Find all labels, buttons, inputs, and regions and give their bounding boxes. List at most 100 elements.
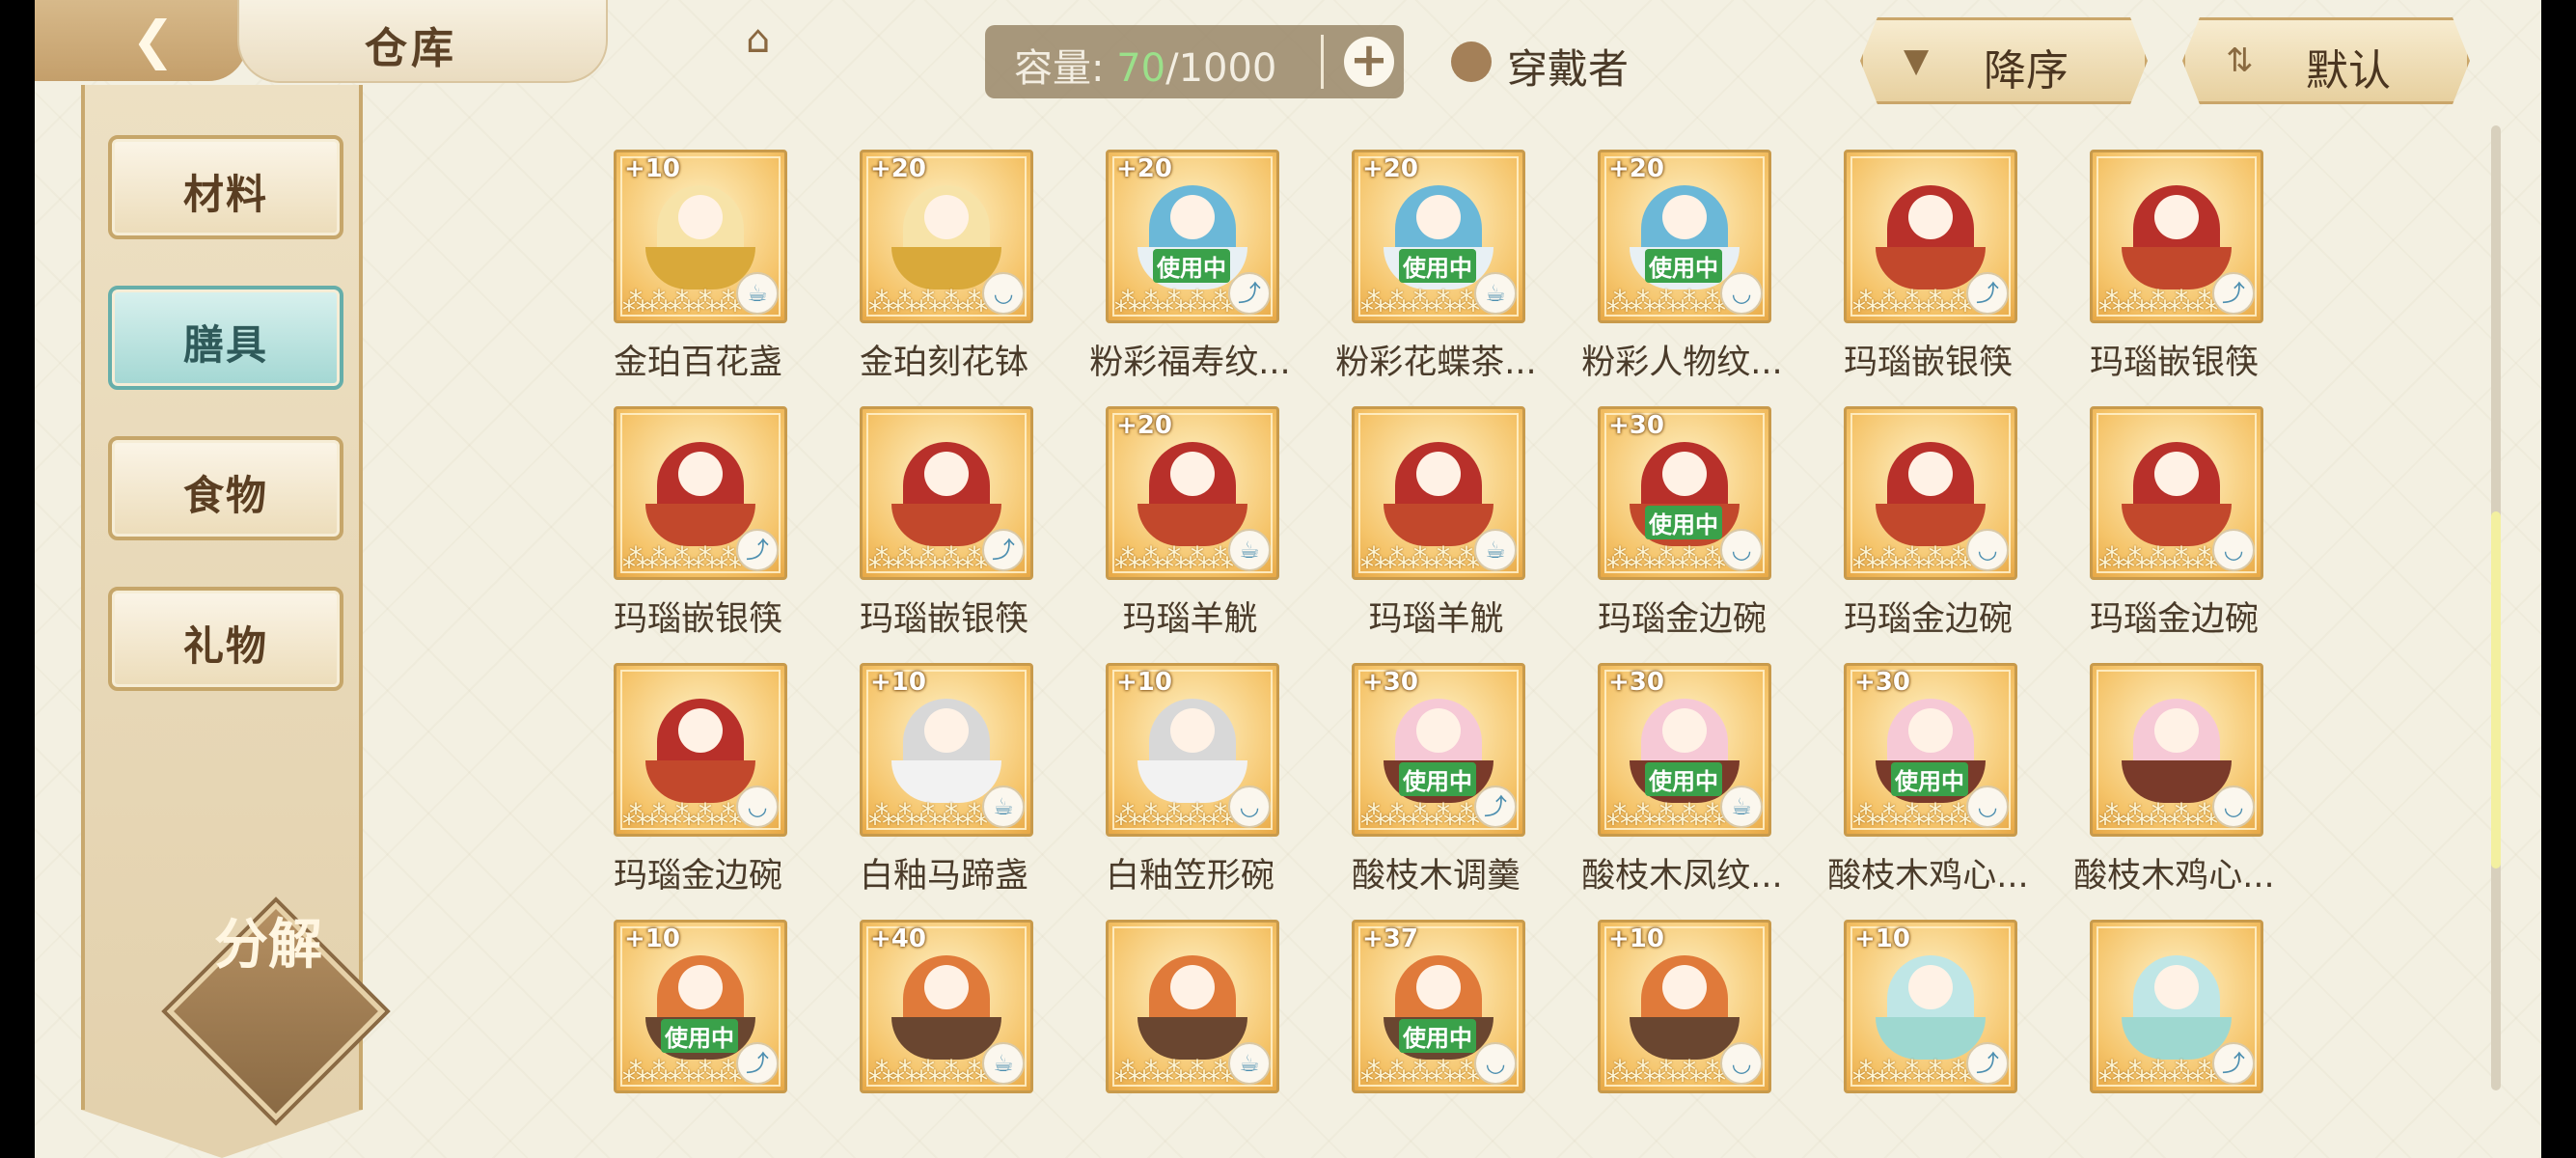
item-icon-frame[interactable]: ⁂⁂⁂⁂⁂ ⤴ <box>2090 150 2263 323</box>
pavilion-icon[interactable]: ⌂ <box>746 17 770 62</box>
item-icon-frame[interactable]: +40 ⁂⁂⁂⁂⁂ ☕ <box>860 920 1033 1093</box>
item-icon-frame[interactable]: 使用中 +20 ⁂⁂⁂⁂⁂ ☕ <box>1352 150 1525 323</box>
item-icon-frame[interactable]: 使用中 +20 ⁂⁂⁂⁂⁂ ◡ <box>1598 150 1771 323</box>
item-icon-frame[interactable]: ⁂⁂⁂⁂⁂ ☕ <box>1106 920 1279 1093</box>
capacity-label: 容量: <box>1014 46 1105 91</box>
inventory-item[interactable]: 使用中 +20 ⁂⁂⁂⁂⁂ ⤴ 粉彩福寿纹... <box>1067 150 1313 400</box>
item-icon-frame[interactable]: ⁂⁂⁂⁂⁂ ⤴ <box>2090 920 2263 1093</box>
inventory-item[interactable]: +20 ⁂⁂⁂⁂⁂ ◡ 金珀刻花钵 <box>821 150 1067 400</box>
enhance-level: +40 <box>870 924 926 953</box>
item-icon-frame[interactable]: ⁂⁂⁂⁂⁂ ◡ <box>1844 406 2017 580</box>
scrollbar[interactable] <box>2491 125 2501 1090</box>
inventory-item[interactable]: +20 ⁂⁂⁂⁂⁂ ☕ 玛瑙羊觥 <box>1067 406 1313 657</box>
inventory-item[interactable]: ⁂⁂⁂⁂⁂ ⤴ 玛瑙嵌银筷 <box>2051 150 2297 400</box>
star-rating: ⁂⁂⁂⁂⁂ <box>1114 1056 1234 1088</box>
item-icon-frame[interactable]: ⁂⁂⁂⁂⁂ ◡ <box>614 663 787 837</box>
inventory-item[interactable]: ⁂⁂⁂⁂⁂ ⤴ 玛瑙嵌银筷 <box>575 406 821 657</box>
bowl-type-icon: ◡ <box>982 272 1025 315</box>
item-icon-frame[interactable]: +10 ⁂⁂⁂⁂⁂ ◡ <box>1106 663 1279 837</box>
bowl-type-icon: ◡ <box>2212 529 2255 571</box>
item-icon-frame[interactable]: +20 ⁂⁂⁂⁂⁂ ☕ <box>1106 406 1279 580</box>
enhance-level: +20 <box>1116 411 1172 440</box>
item-icon-frame[interactable]: ⁂⁂⁂⁂⁂ ⤴ <box>1844 150 2017 323</box>
in-use-badge: 使用中 <box>1399 762 1476 796</box>
bowl-type-icon: ◡ <box>1720 1042 1763 1085</box>
inventory-item[interactable]: 使用中 +10 ⁂⁂⁂⁂⁂ ⤴ <box>575 920 821 1095</box>
item-icon-frame[interactable]: 使用中 +10 ⁂⁂⁂⁂⁂ ⤴ <box>614 920 787 1093</box>
spoon-type-icon: ⤴ <box>2212 1042 2255 1085</box>
scrollbar-thumb[interactable] <box>2491 511 2501 868</box>
tab-label: 膳具 <box>182 321 268 369</box>
inventory-item[interactable]: ⁂⁂⁂⁂⁂ ◡ 酸枝木鸡心... <box>2051 663 2297 914</box>
inventory-item[interactable]: +40 ⁂⁂⁂⁂⁂ ☕ <box>821 920 1067 1095</box>
inventory-item[interactable]: +10 ⁂⁂⁂⁂⁂ ⤴ <box>1805 920 2051 1095</box>
inventory-item[interactable]: 使用中 +30 ⁂⁂⁂⁂⁂ ◡ 酸枝木鸡心... <box>1805 663 2051 914</box>
expand-capacity-button[interactable]: + <box>1344 37 1394 87</box>
inventory-item[interactable]: +10 ⁂⁂⁂⁂⁂ ☕ 金珀百花盏 <box>575 150 821 400</box>
inventory-item[interactable]: 使用中 +30 ⁂⁂⁂⁂⁂ ☕ 酸枝木凤纹... <box>1559 663 1805 914</box>
item-icon-frame[interactable]: 使用中 +30 ⁂⁂⁂⁂⁂ ◡ <box>1598 406 1771 580</box>
item-icon-frame[interactable]: ⁂⁂⁂⁂⁂ ◡ <box>2090 663 2263 837</box>
in-use-badge: 使用中 <box>1645 762 1722 796</box>
inventory-item[interactable]: +10 ⁂⁂⁂⁂⁂ ◡ <box>1559 920 1805 1095</box>
item-name: 酸枝木调羹 <box>1351 857 1521 896</box>
capacity-used: 70 <box>1116 46 1166 91</box>
inventory-item[interactable]: ⁂⁂⁂⁂⁂ ◡ 玛瑙金边碗 <box>575 663 821 914</box>
item-icon-frame[interactable]: +10 ⁂⁂⁂⁂⁂ ◡ <box>1598 920 1771 1093</box>
star-rating: ⁂⁂⁂⁂⁂ <box>1606 1056 1726 1088</box>
sort-descending-button[interactable]: ▼ 降序 <box>1860 17 2148 104</box>
tab-food[interactable]: 食物 <box>108 436 343 540</box>
inventory-item[interactable]: ⁂⁂⁂⁂⁂ ⤴ 玛瑙嵌银筷 <box>821 406 1067 657</box>
tab-gifts[interactable]: 礼物 <box>108 587 343 691</box>
decompose-label[interactable]: 分解 <box>210 917 326 973</box>
tab-label: 食物 <box>182 472 268 519</box>
enhance-level: +30 <box>1608 411 1664 440</box>
item-name: 金珀刻花钵 <box>859 344 1028 382</box>
inventory-item[interactable]: 使用中 +30 ⁂⁂⁂⁂⁂ ⤴ 酸枝木调羹 <box>1313 663 1559 914</box>
inventory-item[interactable]: +10 ⁂⁂⁂⁂⁂ ◡ 白釉笠形碗 <box>1067 663 1313 914</box>
capacity-display: 容量: 70/1000 + <box>985 25 1404 98</box>
item-icon-frame[interactable]: 使用中 +30 ⁂⁂⁂⁂⁂ ◡ <box>1844 663 2017 837</box>
item-icon-frame[interactable]: 使用中 +30 ⁂⁂⁂⁂⁂ ⤴ <box>1352 663 1525 837</box>
inventory-item[interactable]: 使用中 +20 ⁂⁂⁂⁂⁂ ☕ 粉彩花蝶茶... <box>1313 150 1559 400</box>
inventory-item[interactable]: 使用中 +37 ⁂⁂⁂⁂⁂ ◡ <box>1313 920 1559 1095</box>
enhance-level: +30 <box>1608 668 1664 697</box>
inventory-item[interactable]: ⁂⁂⁂⁂⁂ ☕ 玛瑙羊觥 <box>1313 406 1559 657</box>
item-icon-frame[interactable]: 使用中 +30 ⁂⁂⁂⁂⁂ ☕ <box>1598 663 1771 837</box>
enhance-level: +20 <box>1116 154 1172 183</box>
back-button[interactable]: ❮ <box>35 0 247 81</box>
inventory-item[interactable]: +10 ⁂⁂⁂⁂⁂ ☕ 白釉马蹄盏 <box>821 663 1067 914</box>
inventory-item[interactable]: 使用中 +30 ⁂⁂⁂⁂⁂ ◡ 玛瑙金边碗 <box>1559 406 1805 657</box>
inventory-item[interactable]: ⁂⁂⁂⁂⁂ ◡ 玛瑙金边碗 <box>1805 406 2051 657</box>
spoon-type-icon: ⤴ <box>982 529 1025 571</box>
star-rating: ⁂⁂⁂⁂⁂ <box>868 1056 988 1088</box>
item-icon-frame[interactable]: ⁂⁂⁂⁂⁂ ☕ <box>1352 406 1525 580</box>
bowl-type-icon: ◡ <box>1720 272 1763 315</box>
item-icon-frame[interactable]: ⁂⁂⁂⁂⁂ ◡ <box>2090 406 2263 580</box>
item-icon-frame[interactable]: 使用中 +20 ⁂⁂⁂⁂⁂ ⤴ <box>1106 150 1279 323</box>
sort-default-button[interactable]: ⇅ 默认 <box>2182 17 2470 104</box>
item-name: 酸枝木鸡心... <box>2073 857 2275 896</box>
item-icon-frame[interactable]: ⁂⁂⁂⁂⁂ ⤴ <box>614 406 787 580</box>
star-rating: ⁂⁂⁂⁂⁂ <box>1852 1056 1972 1088</box>
item-icon-frame[interactable]: +10 ⁂⁂⁂⁂⁂ ⤴ <box>1844 920 2017 1093</box>
item-icon-frame[interactable]: 使用中 +37 ⁂⁂⁂⁂⁂ ◡ <box>1352 920 1525 1093</box>
in-use-badge: 使用中 <box>1891 762 1968 796</box>
item-icon-frame[interactable]: +10 ⁂⁂⁂⁂⁂ ☕ <box>614 150 787 323</box>
star-rating: ⁂⁂⁂⁂⁂ <box>1360 286 1480 317</box>
game-screen: ❮ 仓库 ⌂ 容量: 70/1000 + 穿戴者 ▼ 降序 ⇅ 默认 材料 膳具… <box>35 0 2541 1158</box>
inventory-item[interactable]: 使用中 +20 ⁂⁂⁂⁂⁂ ◡ 粉彩人物纹... <box>1559 150 1805 400</box>
inventory-item[interactable]: ⁂⁂⁂⁂⁂ ◡ 玛瑙金边碗 <box>2051 406 2297 657</box>
bowl-type-icon: ◡ <box>1228 786 1271 828</box>
item-icon-frame[interactable]: +20 ⁂⁂⁂⁂⁂ ◡ <box>860 150 1033 323</box>
item-icon-frame[interactable]: +10 ⁂⁂⁂⁂⁂ ☕ <box>860 663 1033 837</box>
bowl-type-icon: ◡ <box>1474 1042 1517 1085</box>
tab-tableware[interactable]: 膳具 <box>108 286 343 390</box>
inventory-item[interactable]: ⁂⁂⁂⁂⁂ ⤴ 玛瑙嵌银筷 <box>1805 150 2051 400</box>
inventory-item[interactable]: ⁂⁂⁂⁂⁂ ⤴ <box>2051 920 2297 1095</box>
tab-label: 礼物 <box>182 622 268 670</box>
tab-materials[interactable]: 材料 <box>108 135 343 239</box>
inventory-item[interactable]: ⁂⁂⁂⁂⁂ ☕ <box>1067 920 1313 1095</box>
item-icon-frame[interactable]: ⁂⁂⁂⁂⁂ ⤴ <box>860 406 1033 580</box>
triangle-down-icon: ▼ <box>1904 41 1930 80</box>
